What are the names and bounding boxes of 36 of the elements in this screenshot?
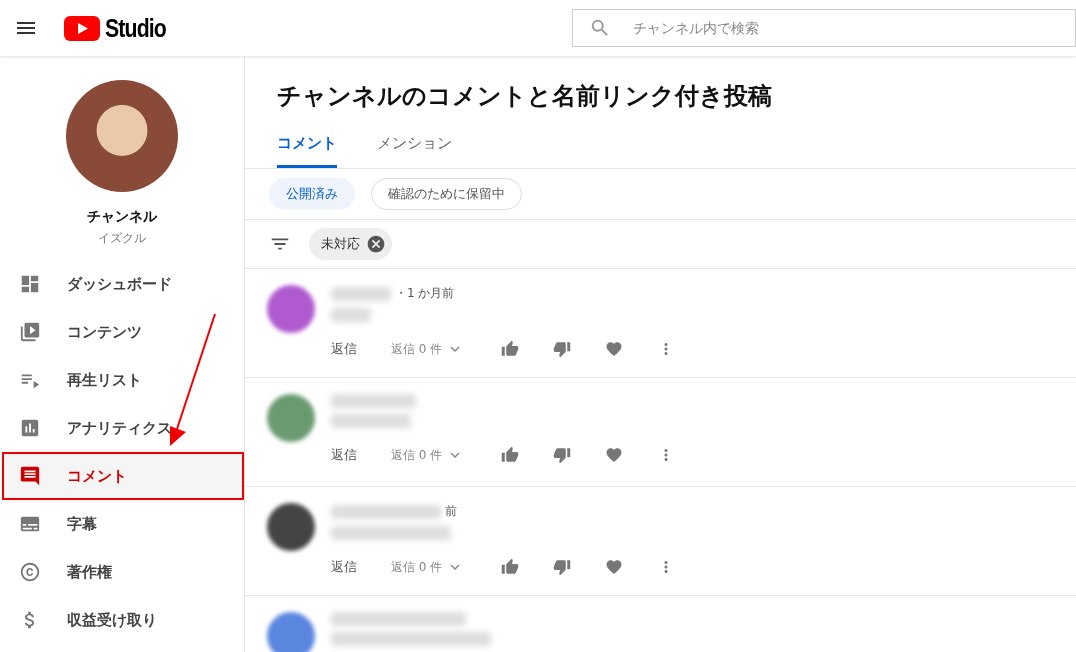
blurred-comment xyxy=(331,308,371,322)
reply-button[interactable]: 返信 xyxy=(331,446,391,464)
play-logo-icon xyxy=(64,15,100,41)
comments-icon xyxy=(19,465,41,487)
sidebar-item[interactable]: 著作権 xyxy=(2,548,244,596)
replies-button[interactable]: 返信 0 件 xyxy=(391,340,501,358)
copyright-icon xyxy=(19,561,41,583)
filter-chip[interactable]: 未対応 xyxy=(309,228,392,260)
search-bar[interactable]: チャンネル内で検索 xyxy=(572,9,1076,47)
sidebar-item[interactable]: 字幕 xyxy=(2,500,244,548)
filter-chip[interactable]: 確認のために保留中 xyxy=(371,178,522,210)
sidebar-item[interactable]: コメント xyxy=(2,452,244,500)
sidebar-item[interactable]: コンテンツ xyxy=(2,308,244,356)
channel-handle: イズクル xyxy=(98,230,146,247)
logo-text: Studio xyxy=(105,13,166,43)
filter-chip[interactable]: 公開済み xyxy=(269,178,355,210)
tab[interactable]: コメント xyxy=(277,134,337,168)
page-title: チャンネルのコメントと名前リンク付き投稿 xyxy=(277,81,773,112)
content-icon xyxy=(19,321,41,343)
tab[interactable]: メンション xyxy=(377,134,452,168)
reply-button[interactable]: 返信 xyxy=(331,340,391,358)
search-icon xyxy=(589,17,611,39)
sidebar-item[interactable]: アナリティクス xyxy=(2,404,244,452)
close-icon[interactable] xyxy=(366,234,386,254)
blurred-name xyxy=(331,286,391,301)
comment-time: ・1 か月前 xyxy=(395,285,455,302)
channel-name: チャンネル xyxy=(87,208,157,226)
analytics-icon xyxy=(19,417,41,439)
reply-button[interactable]: 返信 xyxy=(331,558,391,576)
replies-button[interactable]: 返信 0 件 xyxy=(391,446,501,464)
sidebar-item[interactable]: 再生リスト xyxy=(2,356,244,404)
sidebar-item[interactable]: ダッシュボード xyxy=(2,260,244,308)
replies-button[interactable]: 返信 0 件 xyxy=(391,558,501,576)
sidebar-item[interactable]: 収益受け取り xyxy=(2,596,244,644)
dashboard-icon xyxy=(19,273,41,295)
comment-time: 前 xyxy=(445,503,457,520)
